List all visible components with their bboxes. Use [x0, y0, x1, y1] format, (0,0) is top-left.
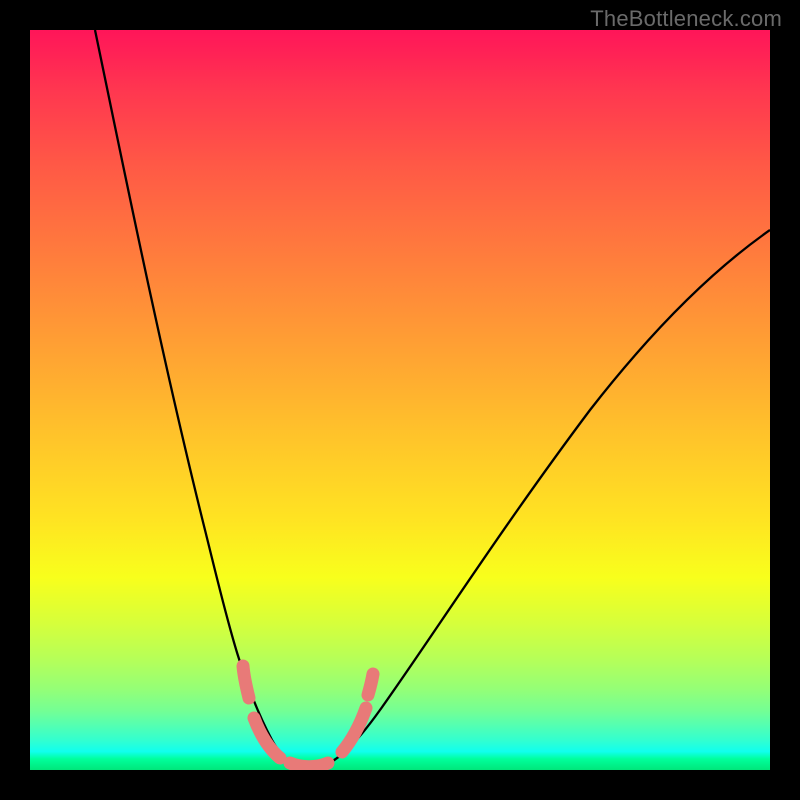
marker-band — [243, 666, 373, 767]
curve-svg — [30, 30, 770, 770]
plot-area — [30, 30, 770, 770]
bottleneck-curve-path — [95, 30, 770, 768]
watermark-text: TheBottleneck.com — [590, 6, 782, 32]
chart-frame: TheBottleneck.com — [0, 0, 800, 800]
